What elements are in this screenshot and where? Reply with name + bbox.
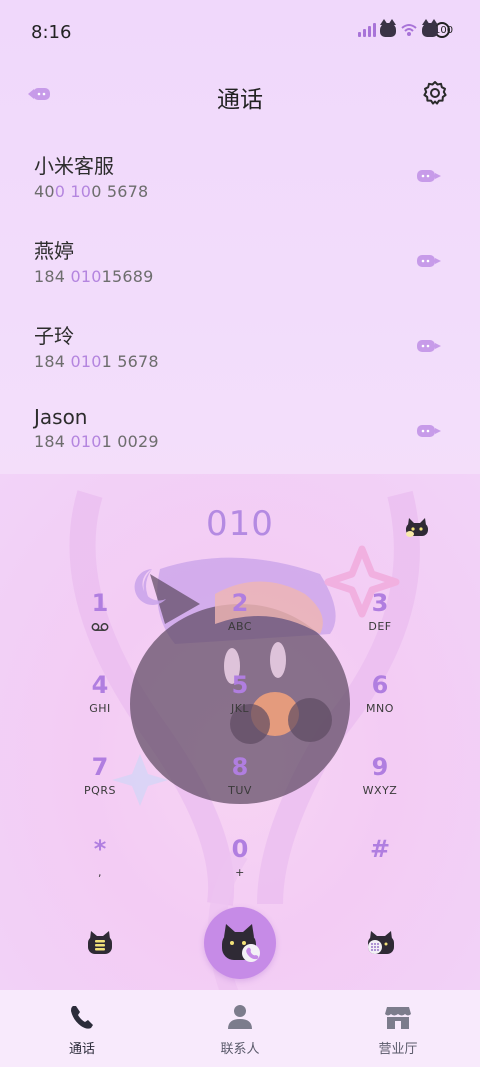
header: 通话 (0, 66, 480, 122)
gear-icon[interactable] (422, 80, 448, 106)
status-bar: 8:16 100 (0, 0, 480, 66)
call-button[interactable] (204, 907, 276, 979)
key-7[interactable]: 7 PQRS (50, 753, 150, 823)
key-4[interactable]: 4 GHI (50, 671, 150, 741)
contact-name: 小米客服 (34, 154, 114, 178)
key-9[interactable]: 9 WXYZ (330, 753, 430, 823)
phone-icon (71, 1006, 93, 1029)
detail-icon[interactable] (416, 167, 442, 185)
page-title: 通话 (217, 87, 263, 113)
voicemail-icon (91, 623, 109, 631)
cat-clear-icon[interactable] (404, 518, 430, 538)
contact-number: 184 01015689 (34, 267, 154, 286)
recent-calls-list: 小米客服 400 100 5678 燕婷 184 01015689 子玲 184… (0, 134, 480, 474)
dialer-actions (0, 904, 480, 984)
key-hash[interactable]: # (330, 835, 430, 905)
call-item[interactable]: 小米客服 400 100 5678 (0, 134, 480, 219)
key-6[interactable]: 6 MNO (330, 671, 430, 741)
key-8[interactable]: 8 TUV (190, 753, 290, 823)
person-icon (228, 1005, 252, 1029)
detail-icon[interactable] (416, 337, 442, 355)
detail-icon[interactable] (416, 252, 442, 270)
cat-sticker-icon (380, 19, 396, 37)
call-item[interactable]: 燕婷 184 01015689 (0, 219, 480, 304)
wifi-icon (401, 24, 417, 36)
call-item[interactable]: 子玲 184 0101 5678 (0, 304, 480, 389)
contact-name: 子玲 (34, 324, 74, 348)
contact-name: Jason (34, 405, 88, 429)
cat-phone-icon (222, 924, 260, 962)
detail-icon[interactable] (416, 422, 442, 440)
tab-calls[interactable]: 通话 (32, 1002, 132, 1057)
status-time: 8:16 (31, 22, 72, 43)
contact-name: 燕婷 (34, 239, 74, 263)
key-star[interactable]: * , (50, 835, 150, 905)
call-item[interactable]: Jason 184 0101 0029 (0, 389, 480, 474)
status-icons: 100 (358, 19, 453, 38)
key-3[interactable]: 3 DEF (330, 589, 430, 659)
key-0[interactable]: 0 + (190, 835, 290, 905)
key-1[interactable]: 1 (50, 589, 150, 659)
cat-menu-icon[interactable] (86, 930, 114, 956)
key-2[interactable]: 2 ABC (190, 589, 290, 659)
contact-number: 184 0101 0029 (34, 432, 159, 451)
tab-service-hall[interactable]: 营业厅 (348, 1002, 448, 1057)
cat-dialpad-toggle-icon[interactable] (364, 930, 396, 956)
store-icon (385, 1007, 411, 1029)
bottom-tab-bar: 通话 联系人 营业厅 (0, 990, 480, 1067)
battery-icon: 100 (422, 19, 453, 38)
contact-number: 184 0101 5678 (34, 352, 159, 371)
signal-icon (358, 23, 376, 37)
tab-contacts[interactable]: 联系人 (190, 1002, 290, 1057)
key-5[interactable]: 5 JKL (190, 671, 290, 741)
contact-number: 400 100 5678 (34, 182, 149, 201)
